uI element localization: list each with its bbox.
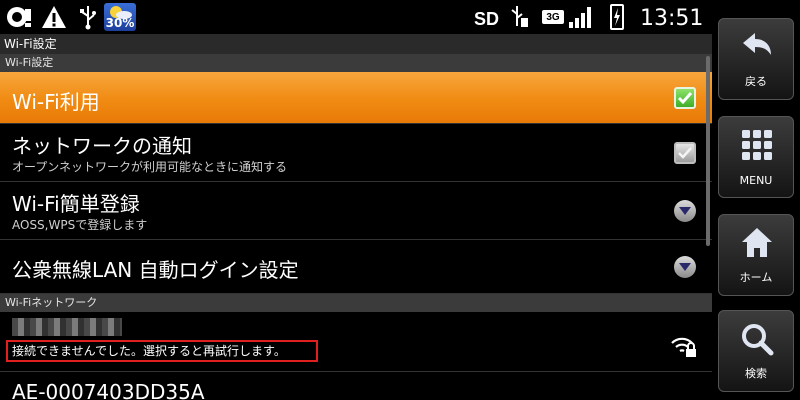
back-button[interactable]: 戻る <box>718 18 794 100</box>
signal-icon <box>568 6 594 28</box>
search-button-label: 検索 <box>745 367 767 380</box>
usb-debug-icon <box>508 4 530 30</box>
sync-alert-icon <box>4 4 34 30</box>
settings-list: Wi-Fi設定 Wi-Fi利用 ネットワークの通知 オープンネットワークが利用可… <box>0 54 712 400</box>
network-notify-label: ネットワークの通知 <box>12 134 192 158</box>
home-icon <box>742 228 772 257</box>
chevron-down-icon <box>674 200 696 222</box>
chevron-down-icon <box>674 256 696 278</box>
section-header-wifi-settings: Wi-Fi設定 <box>0 54 712 72</box>
warning-icon <box>40 4 68 30</box>
wifi-locked-icon <box>671 337 696 357</box>
battery-charging-icon <box>610 4 624 30</box>
checkmark-icon <box>677 92 693 105</box>
network-ssid: AE-0007403DD35A <box>12 380 205 400</box>
wifi-use-label: Wi-Fi利用 <box>12 90 100 114</box>
public-lan-login-label: 公衆無線LAN 自動ログイン設定 <box>12 258 299 282</box>
wifi-easy-register-row[interactable]: Wi-Fi簡単登録 AOSS,WPSで登録します <box>0 182 712 240</box>
screen-title: Wi-Fi設定 <box>0 34 712 54</box>
weather-icon: 30% <box>104 3 136 31</box>
wifi-use-checkbox[interactable] <box>674 87 696 109</box>
connection-error-status: 接続できませんでした。選択すると再試行します。 <box>6 340 318 362</box>
clock: 13:51 <box>640 5 704 31</box>
search-icon <box>742 324 774 356</box>
network-notify-row[interactable]: ネットワークの通知 オープンネットワークが利用可能なときに通知する <box>0 124 712 182</box>
wifi-easy-register-subtitle: AOSS,WPSで登録します <box>12 218 148 232</box>
menu-grid-icon <box>742 130 772 160</box>
side-panel: 戻る MENU ホーム 検索 <box>712 0 800 400</box>
back-arrow-icon <box>743 33 771 55</box>
network-item[interactable]: AE-0007403DD35A <box>0 372 712 400</box>
weather-percent: 30% <box>105 16 135 30</box>
redacted-ssid <box>12 318 122 336</box>
network-3g-icon: 3G <box>542 10 564 24</box>
menu-button[interactable]: MENU <box>718 116 794 198</box>
scrollbar[interactable] <box>706 56 710 246</box>
public-lan-login-row[interactable]: 公衆無線LAN 自動ログイン設定 <box>0 240 712 294</box>
checkmark-icon <box>678 147 692 159</box>
network-notify-checkbox[interactable] <box>674 142 696 164</box>
sd-card-label: SD <box>474 8 500 29</box>
wifi-use-row[interactable]: Wi-Fi利用 <box>0 72 712 124</box>
status-bar: 30% SD 3G 13:51 <box>0 0 712 34</box>
network-notify-subtitle: オープンネットワークが利用可能なときに通知する <box>12 160 288 174</box>
wifi-easy-register-label: Wi-Fi簡単登録 <box>12 192 140 216</box>
network-item[interactable]: 接続できませんでした。選択すると再試行します。 <box>0 312 712 372</box>
menu-button-label: MENU <box>739 174 773 187</box>
section-header-wifi-networks: Wi-Fiネットワーク <box>0 294 712 312</box>
usb-icon <box>76 4 100 30</box>
home-button-label: ホーム <box>739 271 773 284</box>
home-button[interactable]: ホーム <box>718 214 794 296</box>
search-button[interactable]: 検索 <box>718 310 794 392</box>
back-button-label: 戻る <box>745 75 767 88</box>
